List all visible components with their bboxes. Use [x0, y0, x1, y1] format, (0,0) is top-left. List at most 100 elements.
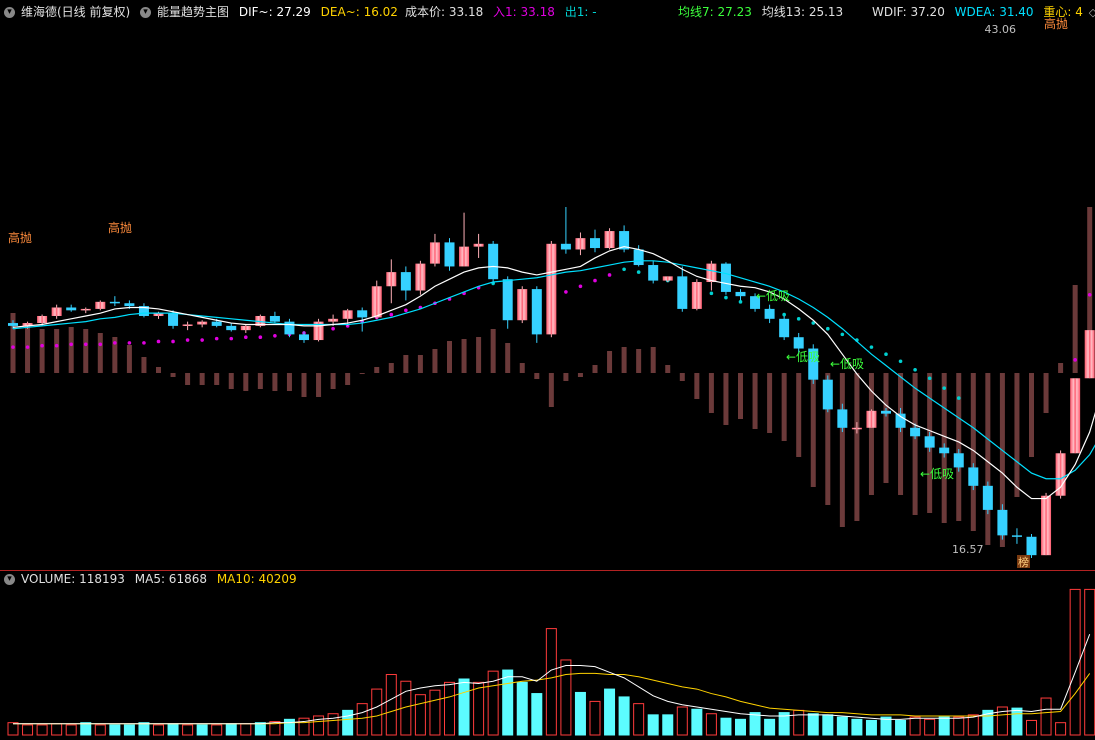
candle-body [211, 321, 222, 326]
candle-body [342, 310, 353, 319]
candle-body [37, 315, 48, 324]
macd-bar [447, 341, 452, 373]
candle-body [488, 243, 499, 280]
macd-bar [272, 373, 278, 391]
volume-bar [633, 703, 645, 736]
candle-body [851, 427, 862, 430]
volume-bar [153, 724, 164, 736]
volume-bar [356, 703, 368, 736]
macd-bar [723, 373, 729, 425]
buy-tag: ←低吸 [830, 357, 864, 371]
low-price-label: 16.57 [952, 543, 984, 556]
board-tag[interactable]: 榜 [1018, 555, 1029, 568]
candle-body [866, 410, 877, 428]
macd-bar [636, 349, 642, 373]
candle-body [371, 286, 382, 318]
candle-body [939, 447, 950, 454]
macd-bar [796, 373, 802, 457]
volume-bar [865, 719, 877, 736]
volume-bar [735, 718, 746, 736]
vol-ma5-line [13, 634, 1091, 725]
macd-bar [170, 373, 176, 377]
volume-bar [458, 678, 470, 736]
macd-bar [243, 373, 249, 391]
signal-dot [709, 291, 714, 296]
signal-dot [244, 335, 248, 340]
candle-body [444, 242, 455, 267]
signal-dot [622, 267, 626, 272]
chevron-down-icon[interactable]: ▾ [4, 574, 15, 585]
macd-bar [403, 355, 409, 373]
volume-bar [444, 681, 455, 736]
candle-body [1011, 535, 1022, 537]
macd-bar [68, 327, 74, 373]
macd-bar [505, 343, 511, 373]
volume-bar [313, 715, 325, 736]
volume-bar [1040, 697, 1052, 736]
candle-body [328, 318, 339, 322]
candle-body [735, 291, 746, 297]
candle-body [473, 243, 484, 247]
volume-bar [531, 693, 543, 736]
volume-bar [94, 724, 106, 736]
volume-bar [676, 706, 688, 736]
macd-bar [956, 373, 962, 521]
macd-bar [1029, 373, 1034, 457]
volume-bar [36, 724, 48, 736]
vol-ma10-line [13, 672, 1091, 725]
macd-bar [199, 373, 205, 385]
candle-body [51, 307, 62, 316]
signal-dot [113, 341, 117, 345]
macd-bar [810, 373, 816, 487]
volume-bar [1011, 707, 1023, 736]
volume-bar [589, 700, 601, 736]
sell-tag: 高抛 [108, 220, 132, 235]
volume-bar [22, 724, 34, 736]
signal-dot [578, 284, 583, 289]
candle-body [299, 334, 309, 341]
candle-body [1070, 378, 1081, 454]
signal-dot [738, 300, 743, 304]
signal-dot [127, 341, 132, 345]
macd-bar [607, 351, 613, 373]
macd-bar [359, 373, 365, 374]
volume-bar [502, 669, 514, 736]
signal-dot [200, 338, 204, 342]
macd-bar [476, 337, 482, 373]
volume-bar [283, 718, 295, 736]
volume-bar [967, 714, 979, 736]
candle-body [502, 279, 513, 321]
candle-body [80, 308, 91, 311]
volume-bar [167, 723, 179, 736]
candle-body [881, 410, 891, 414]
volume-bar [618, 696, 630, 736]
candle-body [459, 246, 470, 267]
signal-dot [40, 343, 44, 348]
macd-bar [650, 347, 656, 373]
volume-bar [749, 712, 761, 736]
macd-bar [345, 373, 351, 385]
macd-bar [854, 373, 860, 521]
candle-body [604, 231, 615, 249]
volume-bar [80, 722, 92, 736]
signal-dot [840, 332, 845, 337]
price-chart[interactable]: 43.06 高抛 高抛 高抛 ←低吸 ←低吸 ←低吸 ←低吸 16.57 榜 [0, 0, 1095, 568]
candle-body [924, 436, 935, 448]
volume-bar [691, 708, 703, 736]
volume-bar [880, 716, 892, 736]
volume-bar [7, 722, 19, 736]
signal-dot [83, 342, 88, 347]
candle-body [662, 276, 673, 281]
volume-bar [720, 717, 732, 736]
macd-bar [665, 365, 671, 373]
macd-bar [694, 373, 700, 399]
volume-bar [473, 681, 485, 736]
volume-bar [807, 713, 819, 736]
macd-bar [563, 373, 569, 381]
candle-body [386, 272, 397, 287]
volume-value: VOLUME: 118193 [21, 572, 125, 586]
signal-dot [185, 338, 190, 342]
volume-bar [1069, 588, 1081, 736]
candle-body [677, 276, 688, 309]
macd-bar [738, 373, 743, 419]
